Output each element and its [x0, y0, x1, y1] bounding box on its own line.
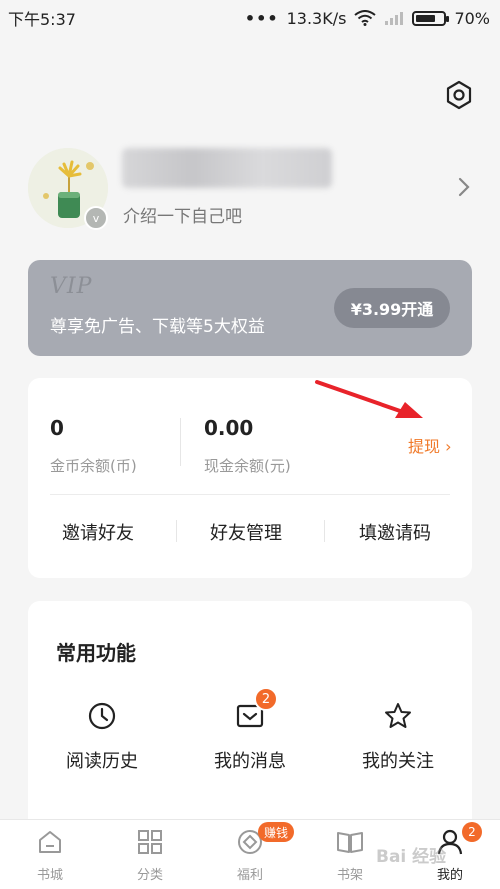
wifi-icon — [354, 10, 377, 26]
my-follows-item[interactable]: 我的关注 — [324, 701, 472, 781]
profile-header[interactable]: v 介绍一下自己吧 — [28, 148, 478, 230]
annotation-arrow-icon — [315, 380, 423, 418]
vip-card[interactable]: VIP 尊享免广告、下载等5大权益 ¥3.99开通 — [28, 260, 472, 356]
signal-icon — [385, 12, 404, 25]
balance-divider — [180, 418, 181, 466]
settings-icon[interactable] — [444, 80, 474, 110]
my-messages-item[interactable]: 2 我的消息 — [176, 687, 324, 781]
vip-description: 尊享免广告、下载等5大权益 — [50, 317, 265, 337]
coins-balance-value: 0 — [50, 416, 64, 440]
grid-icon — [138, 830, 162, 854]
action-divider — [324, 520, 325, 542]
earn-money-pill: 赚钱 — [258, 822, 295, 842]
nav-label: 书城 — [36, 868, 63, 883]
watermark-logo: Bai 经验 — [376, 847, 447, 867]
nav-welfare[interactable]: 赚钱 福利 — [200, 820, 300, 889]
status-time: 下午5:37 — [8, 10, 76, 29]
vip-level-badge: v — [84, 206, 108, 230]
network-speed: 13.3K/s — [286, 8, 347, 28]
balance-card: 0 金币余额(币) 0.00 现金余额(元) 提现 › 邀请好友 好友管理 填邀… — [28, 378, 472, 578]
vip-open-button[interactable]: ¥3.99开通 — [334, 288, 450, 328]
notification-badge: 2 — [462, 822, 482, 842]
status-indicators: ••• 13.3K/s 70% — [245, 9, 490, 28]
username-blurred — [122, 148, 332, 188]
cash-balance-value: 0.00 — [204, 416, 254, 440]
battery-percent: 70% — [454, 8, 490, 28]
action-divider — [176, 520, 177, 542]
home-icon — [39, 831, 61, 853]
chevron-right-icon — [458, 177, 470, 197]
coins-balance-label: 金币余额(币) — [50, 457, 137, 475]
reading-history-item[interactable]: 阅读历史 — [28, 701, 176, 781]
withdraw-link[interactable]: 提现 › — [408, 433, 452, 457]
more-dots-icon: ••• — [244, 8, 279, 28]
book-icon — [337, 832, 363, 853]
vip-title: VIP — [50, 274, 93, 299]
star-icon — [385, 703, 411, 728]
cash-balance-label: 现金余额(元) — [204, 457, 291, 475]
reading-history-label: 阅读历史 — [66, 751, 138, 772]
my-follows-label: 我的关注 — [362, 751, 434, 772]
nav-label: 福利 — [236, 868, 263, 883]
clock-icon — [88, 702, 116, 730]
profile-intro: 介绍一下自己吧 — [123, 207, 242, 227]
nav-category[interactable]: 分类 — [100, 820, 200, 889]
section-title: 常用功能 — [56, 641, 136, 665]
common-functions-card: 常用功能 阅读历史 2 我的消息 我的关注 — [28, 601, 472, 831]
friend-management-button[interactable]: 好友管理 — [210, 519, 282, 545]
message-count-badge: 2 — [254, 687, 278, 711]
enter-invite-code-button[interactable]: 填邀请码 — [359, 519, 431, 545]
nav-label: 分类 — [136, 868, 163, 883]
my-messages-label: 我的消息 — [214, 751, 286, 772]
invite-friends-button[interactable]: 邀请好友 — [62, 519, 134, 545]
card-divider — [50, 494, 450, 495]
battery-icon — [412, 10, 450, 26]
nav-bookstore[interactable]: 书城 — [0, 820, 100, 889]
status-bar: 下午5:37 ••• 13.3K/s 70% — [0, 0, 500, 36]
